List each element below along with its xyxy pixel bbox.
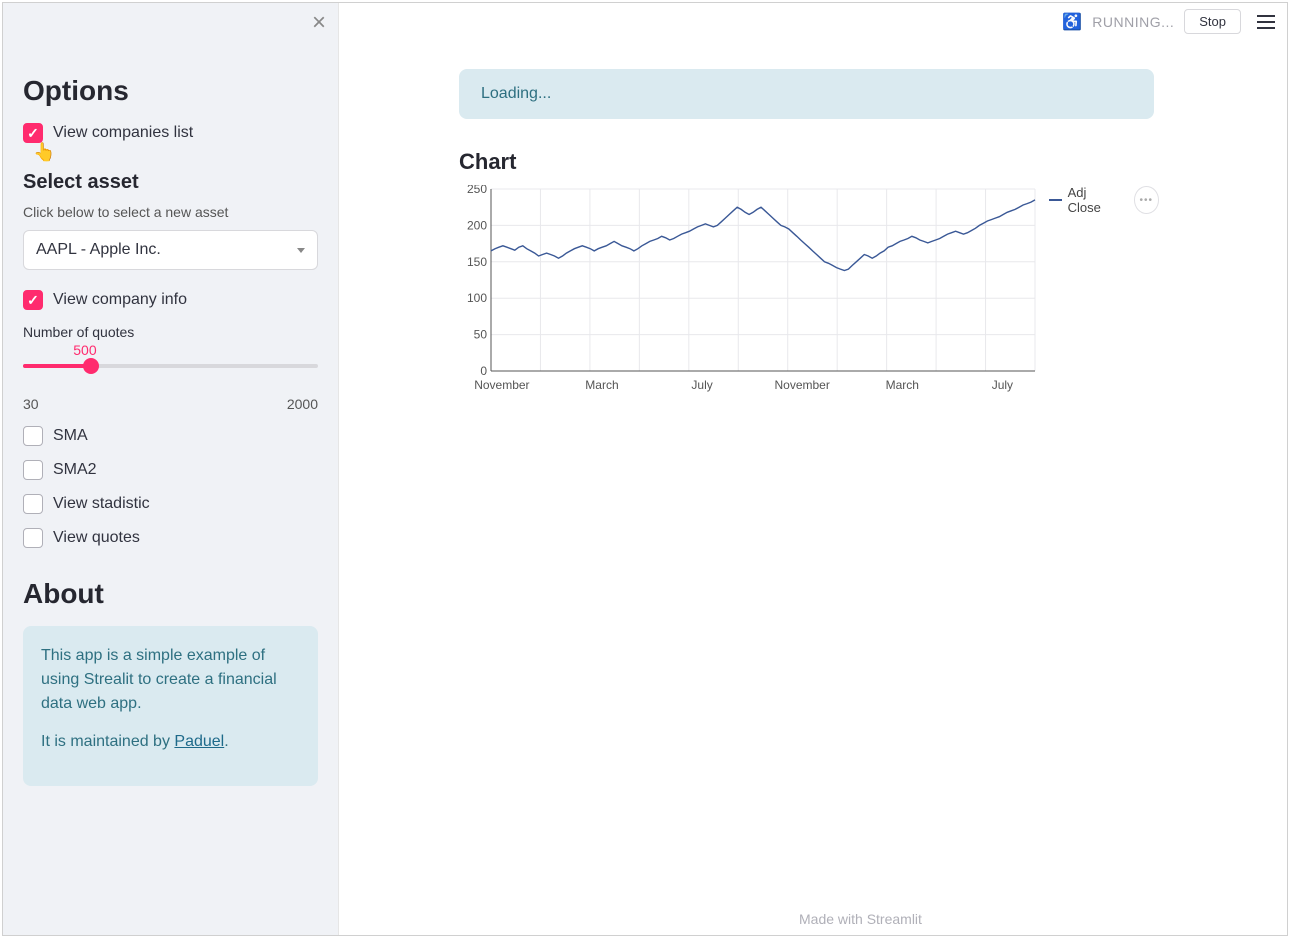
asset-select-value: AAPL - Apple Inc.: [36, 241, 161, 259]
select-asset-heading: Select asset: [23, 171, 318, 194]
checkbox-label: SMA: [53, 427, 88, 445]
checkbox-box-icon: [23, 528, 43, 548]
checkbox-sma[interactable]: SMA: [23, 426, 318, 446]
chart-heading: Chart: [459, 149, 1227, 175]
slider-value: 500: [73, 342, 96, 358]
slider-label: Number of quotes: [23, 324, 318, 340]
checkbox-check-icon: [23, 123, 43, 143]
checkbox-label: View quotes: [53, 529, 140, 547]
slider-minmax: 30 2000: [23, 396, 318, 412]
line-chart[interactable]: 0 50 100 150 200 250 November March July November…: [459, 185, 1039, 395]
slider-thumb[interactable]: [83, 358, 99, 374]
slider-fill: [23, 364, 91, 368]
checkbox-label: View company info: [53, 291, 187, 309]
svg-text:200: 200: [467, 218, 487, 232]
svg-text:0: 0: [480, 364, 487, 378]
about-heading: About: [23, 578, 318, 610]
checkbox-label: SMA2: [53, 461, 97, 479]
svg-text:March: March: [886, 378, 919, 392]
svg-text:250: 250: [467, 185, 487, 196]
hamburger-menu-icon[interactable]: [1257, 15, 1275, 29]
main-content: ♿ RUNNING... Stop Loading... Chart 0 50 10…: [339, 3, 1287, 935]
close-icon[interactable]: ×: [312, 11, 326, 35]
pointer-cursor-icon: 👆: [33, 142, 55, 163]
about-suffix: .: [224, 733, 228, 750]
checkbox-view-companies[interactable]: View companies list: [23, 123, 318, 143]
quotes-slider[interactable]: 500: [23, 344, 318, 388]
options-heading: Options: [23, 75, 318, 107]
svg-text:150: 150: [467, 255, 487, 269]
running-label: RUNNING...: [1092, 14, 1174, 30]
checkbox-view-company-info[interactable]: View company info: [23, 290, 318, 310]
svg-text:March: March: [585, 378, 618, 392]
select-asset-hint: Click below to select a new asset: [23, 204, 318, 220]
asset-select[interactable]: AAPL - Apple Inc.: [23, 230, 318, 270]
running-icon: ♿: [1062, 12, 1082, 32]
slider-min: 30: [23, 396, 39, 412]
footer-text: Made with Streamlit: [799, 911, 922, 927]
chart-legend: Adj Close •••: [1049, 185, 1159, 215]
checkbox-box-icon: [23, 494, 43, 514]
checkbox-label: View companies list: [53, 124, 193, 142]
about-link[interactable]: Paduel: [174, 733, 224, 750]
about-paragraph-2: It is maintained by Paduel.: [41, 730, 300, 754]
checkbox-check-icon: [23, 290, 43, 310]
loading-banner: Loading...: [459, 69, 1154, 119]
chart-menu-button[interactable]: •••: [1134, 186, 1159, 214]
svg-text:50: 50: [474, 328, 488, 342]
svg-text:100: 100: [467, 291, 487, 305]
legend-label: Adj Close: [1068, 185, 1118, 215]
chevron-down-icon: [297, 248, 305, 253]
about-paragraph-1: This app is a simple example of using St…: [41, 644, 300, 716]
svg-text:July: July: [992, 378, 1013, 392]
svg-text:July: July: [691, 378, 712, 392]
checkbox-box-icon: [23, 460, 43, 480]
sidebar: × Options View companies list 👆 Select a…: [3, 3, 339, 935]
checkbox-view-stadistic[interactable]: View stadistic: [23, 494, 318, 514]
checkbox-sma2[interactable]: SMA2: [23, 460, 318, 480]
about-box: This app is a simple example of using St…: [23, 626, 318, 786]
top-right-controls: ♿ RUNNING... Stop: [1062, 9, 1275, 34]
app-frame: × Options View companies list 👆 Select a…: [2, 2, 1288, 936]
svg-text:November: November: [774, 378, 829, 392]
checkbox-label: View stadistic: [53, 495, 150, 513]
checkbox-view-quotes[interactable]: View quotes: [23, 528, 318, 548]
legend-line-icon: [1049, 199, 1062, 201]
slider-max: 2000: [287, 396, 318, 412]
svg-text:November: November: [474, 378, 529, 392]
chart-area: 0 50 100 150 200 250 November March July November…: [459, 185, 1159, 395]
checkbox-box-icon: [23, 426, 43, 446]
stop-button[interactable]: Stop: [1184, 9, 1241, 34]
about-prefix: It is maintained by: [41, 733, 174, 750]
